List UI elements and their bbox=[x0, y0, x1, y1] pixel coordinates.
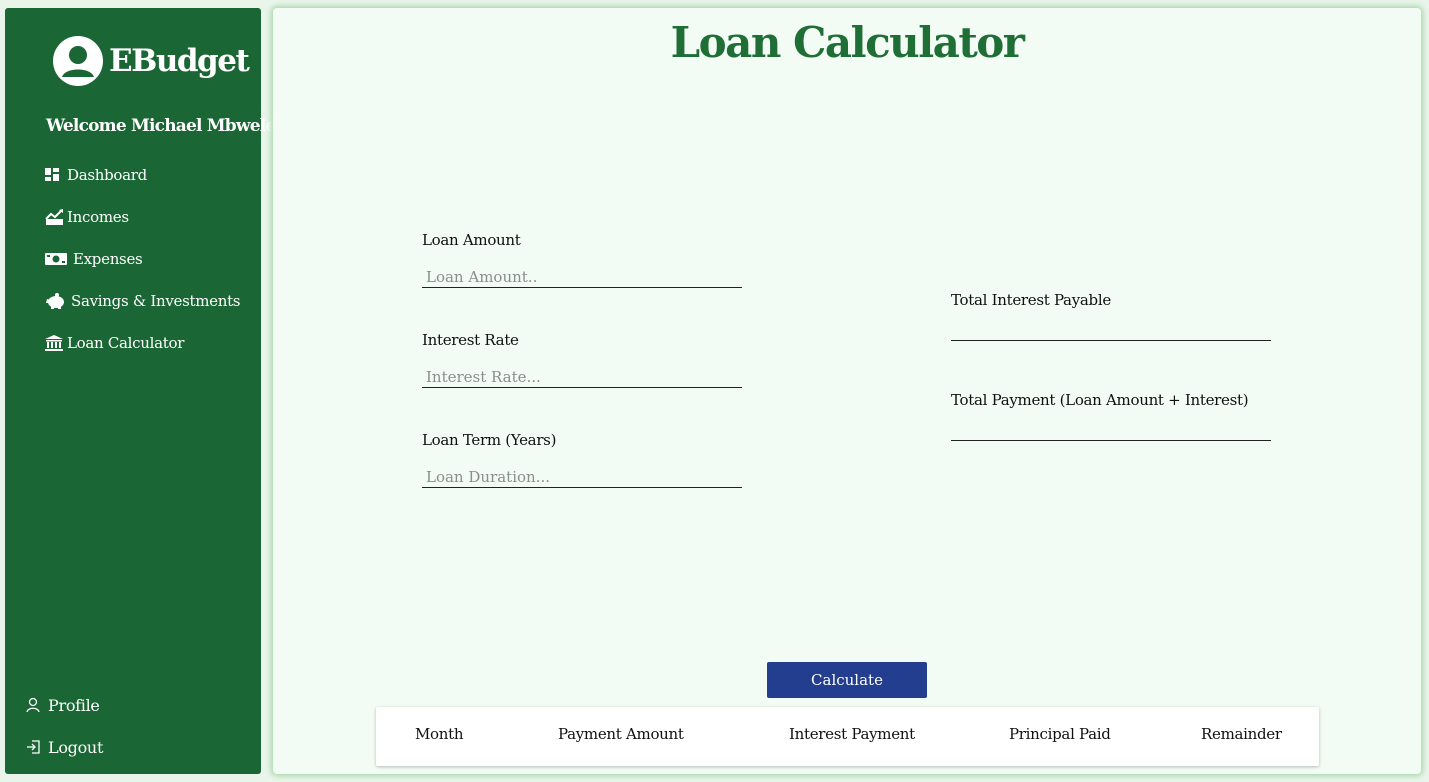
sidebar-item-label: Loan Calculator bbox=[67, 334, 185, 352]
loan-term-field: Loan Term (Years) bbox=[422, 431, 742, 488]
main-content: Loan Calculator Loan Amount Interest Rat… bbox=[273, 8, 1421, 774]
user-avatar-icon bbox=[53, 36, 103, 86]
calculate-button[interactable]: Calculate bbox=[767, 662, 927, 698]
sidebar: EBudget Welcome Michael Mbwele Dashboard… bbox=[5, 8, 276, 774]
sidebar-item-incomes[interactable]: Incomes bbox=[45, 196, 240, 238]
column-header-principal-paid: Principal Paid bbox=[1009, 725, 1111, 743]
brand[interactable]: EBudget bbox=[53, 36, 250, 86]
loan-term-label: Loan Term (Years) bbox=[422, 431, 557, 449]
sidebar-item-label: Savings & Investments bbox=[71, 292, 241, 310]
column-header-remainder: Remainder bbox=[1201, 725, 1282, 743]
total-interest-result: Total Interest Payable bbox=[951, 291, 1271, 341]
interest-rate-input[interactable] bbox=[422, 366, 742, 388]
sidebar-item-label: Dashboard bbox=[67, 166, 147, 184]
total-interest-value bbox=[951, 340, 1271, 341]
total-payment-value bbox=[951, 440, 1271, 441]
piggy-bank-icon bbox=[45, 293, 71, 309]
loan-amount-input[interactable] bbox=[422, 266, 742, 288]
loan-amount-label: Loan Amount bbox=[422, 231, 521, 249]
sidebar-bottom-nav: Profile Logout bbox=[26, 684, 103, 768]
interest-rate-label: Interest Rate bbox=[422, 331, 519, 349]
user-icon bbox=[26, 697, 48, 713]
sidebar-item-loan-calculator[interactable]: Loan Calculator bbox=[45, 322, 240, 364]
column-header-payment-amount: Payment Amount bbox=[558, 725, 684, 743]
sidebar-item-label: Incomes bbox=[67, 208, 129, 226]
chart-growth-icon bbox=[45, 209, 67, 225]
sidebar-nav: Dashboard Incomes Expenses Savings & Inv… bbox=[45, 154, 241, 364]
sidebar-item-label: Logout bbox=[48, 737, 104, 757]
total-payment-label: Total Payment (Loan Amount + Interest) bbox=[951, 391, 1249, 409]
amortization-table: Month Payment Amount Interest Payment Pr… bbox=[376, 707, 1319, 766]
sidebar-item-savings[interactable]: Savings & Investments bbox=[45, 280, 241, 322]
brand-name: EBudget bbox=[109, 43, 250, 79]
column-header-interest-payment: Interest Payment bbox=[789, 725, 915, 743]
welcome-message: Welcome Michael Mbwele bbox=[46, 116, 276, 136]
loan-amount-field: Loan Amount bbox=[422, 231, 742, 288]
sidebar-item-label: Expenses bbox=[73, 250, 143, 268]
sidebar-item-expenses[interactable]: Expenses bbox=[45, 238, 240, 280]
sidebar-item-logout[interactable]: Logout bbox=[26, 726, 103, 768]
total-payment-result: Total Payment (Loan Amount + Interest) bbox=[951, 391, 1271, 441]
sidebar-item-label: Profile bbox=[48, 695, 100, 715]
bank-icon bbox=[45, 335, 67, 351]
total-interest-label: Total Interest Payable bbox=[951, 291, 1111, 309]
logout-icon bbox=[26, 739, 48, 755]
sidebar-item-profile[interactable]: Profile bbox=[26, 684, 103, 726]
page-title: Loan Calculator bbox=[670, 18, 1025, 67]
interest-rate-field: Interest Rate bbox=[422, 331, 742, 388]
loan-duration-input[interactable] bbox=[422, 466, 742, 488]
dashboard-icon bbox=[45, 168, 67, 182]
sidebar-item-dashboard[interactable]: Dashboard bbox=[45, 154, 240, 196]
column-header-month: Month bbox=[415, 725, 464, 743]
money-bill-icon bbox=[45, 252, 73, 266]
